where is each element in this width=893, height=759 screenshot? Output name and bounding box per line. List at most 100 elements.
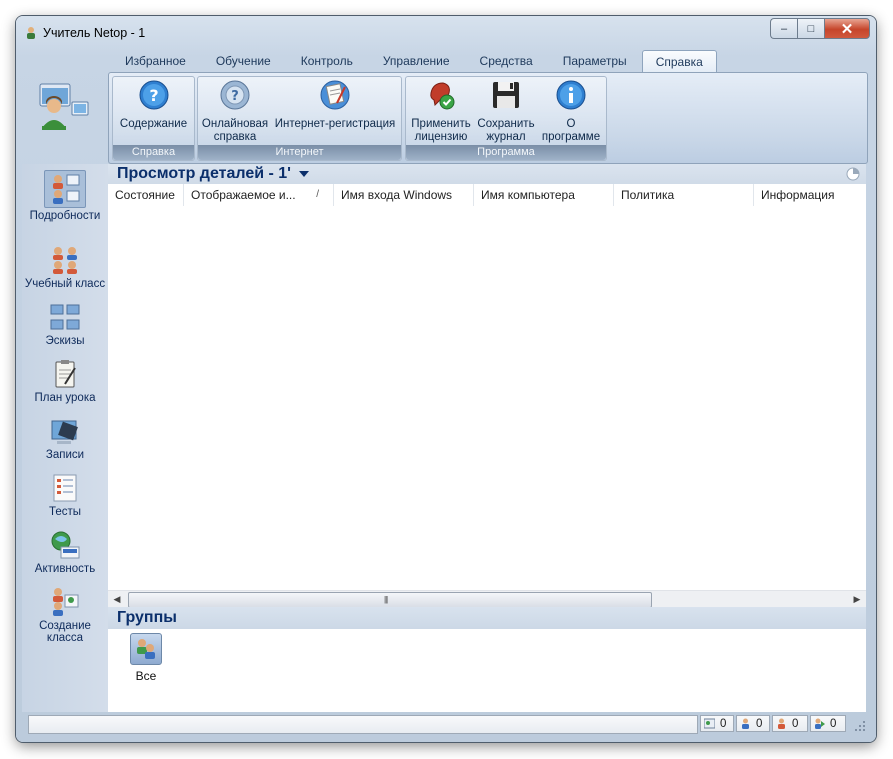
- sort-indicator-icon: /: [316, 189, 319, 200]
- scroll-thumb[interactable]: |||: [128, 592, 652, 608]
- groups-title: Группы: [117, 609, 177, 626]
- contents-button[interactable]: ? Содержание: [117, 79, 190, 131]
- title-bar[interactable]: Учитель Netop - 1 – □ ✕: [16, 16, 876, 48]
- save-log-label-2: журнал: [486, 131, 526, 143]
- details-view-header: Просмотр деталей - 1': [108, 164, 866, 184]
- scroll-right-arrow-icon[interactable]: ▶: [850, 594, 864, 605]
- online-help-icon: ?: [220, 80, 250, 110]
- online-help-label-2: справка: [213, 131, 257, 143]
- sidebar-item-create-class[interactable]: Создание класса: [22, 586, 108, 644]
- pie-chart-icon[interactable]: [846, 167, 860, 181]
- classroom-icon: [49, 244, 81, 276]
- thumbnails-icon: [49, 301, 81, 333]
- ribbon-group-program: Применить лицензию Сохранить журнал О пр…: [405, 76, 607, 161]
- sidebar-item-label: Эскизы: [45, 335, 85, 347]
- column-information[interactable]: Информация: [754, 184, 866, 206]
- registration-label: Интернет-регистрация: [274, 118, 396, 130]
- close-button[interactable]: ✕: [824, 18, 870, 39]
- hand-raised-count-icon: [778, 718, 785, 729]
- column-display-name[interactable]: Отображаемое и... /: [184, 184, 334, 206]
- column-computer-name[interactable]: Имя компьютера: [474, 184, 614, 206]
- tab-settings[interactable]: Параметры: [548, 50, 642, 72]
- netop-app-icon: [27, 27, 35, 39]
- sidebar-item-lesson-plan[interactable]: План урока: [22, 358, 108, 404]
- column-policy[interactable]: Политика: [614, 184, 754, 206]
- apply-license-label-1: Применить: [411, 118, 471, 130]
- group-item-all[interactable]: Все: [126, 633, 166, 683]
- all-students-icon: [130, 633, 162, 665]
- groups-panel: Все: [108, 629, 866, 712]
- sidebar-item-label: План урока: [34, 392, 96, 404]
- ribbon-panel: ? Содержание Справка ? Онлайновая справк…: [108, 72, 868, 164]
- sidebar-item-tests[interactable]: Тесты: [22, 472, 108, 518]
- scroll-grip-icon: |||: [384, 595, 388, 604]
- registration-icon: [320, 80, 350, 110]
- group-label-program: Программа: [406, 145, 606, 160]
- save-log-icon: [493, 82, 519, 108]
- app-window: Учитель Netop - 1 – □ ✕ Избранное Обучен…: [16, 16, 876, 742]
- sidebar-item-label: Тесты: [48, 506, 82, 518]
- tab-training[interactable]: Обучение: [201, 50, 286, 72]
- tab-help[interactable]: Справка: [641, 50, 717, 73]
- sidebar-item-activity[interactable]: Активность: [22, 529, 108, 575]
- tests-icon: [49, 472, 81, 504]
- sidebar-item-details[interactable]: Подробности: [22, 170, 108, 222]
- about-label-2: программе: [541, 131, 601, 143]
- status-computers-count: 0: [700, 715, 734, 732]
- sidebar-item-label: Активность: [34, 563, 96, 575]
- tab-tools[interactable]: Средства: [465, 50, 548, 72]
- apply-license-icon: [430, 82, 455, 110]
- sidebar-item-thumbnails[interactable]: Эскизы: [22, 301, 108, 347]
- teacher-logo-icon: [39, 83, 89, 130]
- apply-license-label-2: лицензию: [414, 131, 468, 143]
- scroll-left-arrow-icon[interactable]: ◀: [110, 594, 124, 605]
- status-students-count: 0: [736, 715, 770, 732]
- ribbon-group-help: ? Содержание Справка: [112, 76, 195, 161]
- online-help-button[interactable]: ? Онлайновая справка: [200, 79, 270, 144]
- save-log-label-1: Сохранить: [477, 118, 535, 130]
- details-icon: [44, 170, 86, 208]
- tab-control[interactable]: Контроль: [286, 50, 368, 72]
- group-item-label: Все: [135, 669, 157, 683]
- about-button[interactable]: О программе: [539, 79, 603, 144]
- help-contents-icon: ?: [139, 80, 168, 110]
- minimize-button[interactable]: –: [770, 18, 797, 39]
- main-content: Просмотр деталей - 1' Состояние Отобража…: [108, 164, 866, 712]
- sidebar-item-label: Записи: [45, 449, 85, 461]
- window-title: Учитель Netop - 1: [43, 26, 146, 40]
- svg-text:?: ?: [149, 86, 158, 105]
- tab-management[interactable]: Управление: [368, 50, 465, 72]
- application-menu-button[interactable]: [24, 74, 106, 162]
- sidebar-item-label: Подробности: [29, 210, 101, 222]
- svg-text:?: ?: [231, 89, 239, 104]
- status-hand-raised-count: 0: [772, 715, 808, 732]
- tab-favorites[interactable]: Избранное: [110, 50, 201, 72]
- caption-buttons: – □ ✕: [770, 18, 870, 39]
- sidebar-item-classroom[interactable]: Учебный класс: [22, 244, 108, 290]
- horizontal-scrollbar[interactable]: ◀ ||| ▶: [108, 590, 866, 608]
- create-class-icon: [49, 586, 81, 618]
- details-view-title[interactable]: Просмотр деталей - 1': [117, 164, 291, 184]
- apply-license-button[interactable]: Применить лицензию: [409, 79, 473, 144]
- resize-grip-icon[interactable]: [854, 720, 866, 732]
- status-text: [28, 715, 698, 734]
- maximize-button[interactable]: □: [797, 18, 824, 39]
- sidebar-item-recordings[interactable]: Записи: [22, 415, 108, 461]
- status-bar: 0 0 0 0: [22, 714, 866, 734]
- groups-header: Группы: [108, 607, 866, 629]
- about-label-1: О: [566, 118, 576, 130]
- recordings-icon: [49, 415, 81, 447]
- details-list[interactable]: [108, 206, 866, 590]
- contents-label: Содержание: [119, 118, 188, 130]
- sidebar-item-label: Учебный класс: [24, 278, 106, 290]
- column-status[interactable]: Состояние: [108, 184, 184, 206]
- lesson-plan-icon: [49, 358, 81, 390]
- info-icon: [556, 80, 586, 110]
- column-display-name-label: Отображаемое и...: [191, 188, 296, 202]
- view-dropdown-chevron-icon[interactable]: [299, 171, 309, 177]
- ribbon-group-internet: ? Онлайновая справка Интернет-регистраци…: [197, 76, 402, 161]
- column-windows-login[interactable]: Имя входа Windows: [334, 184, 474, 206]
- internet-registration-button[interactable]: Интернет-регистрация: [272, 79, 398, 131]
- save-log-button[interactable]: Сохранить журнал: [475, 79, 537, 144]
- students-count-icon: [742, 718, 749, 729]
